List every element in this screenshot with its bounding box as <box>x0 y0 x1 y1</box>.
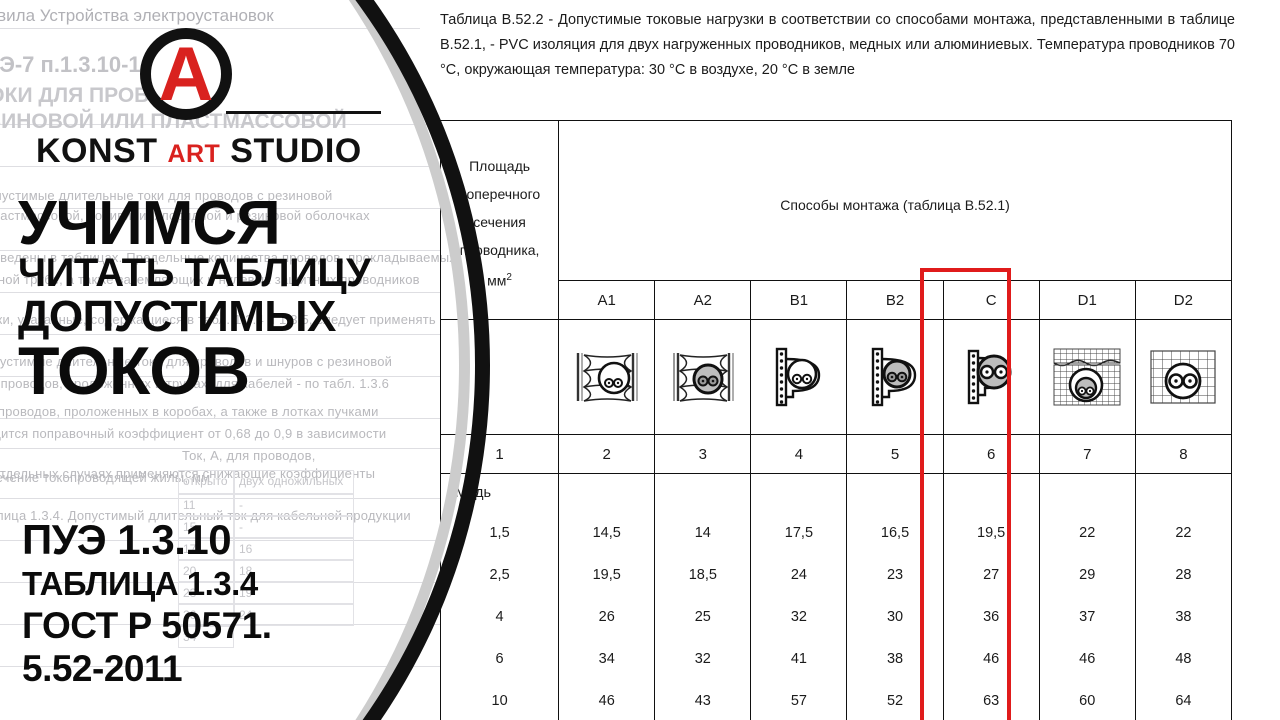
row-value: 23 <box>846 554 944 596</box>
method-icon-row <box>439 319 1233 435</box>
row-value: 18,5 <box>654 554 752 596</box>
row-value: 38 <box>846 638 944 680</box>
row-value: 43 <box>654 680 752 720</box>
footer-line-4: 5.52-2011 <box>22 648 183 689</box>
cable-direct-on-wall-icon <box>942 319 1040 435</box>
cable-in-surface-conduit-icon <box>750 319 848 435</box>
row-value: 30 <box>846 596 944 638</box>
headline-line-4: ТОКОВ <box>18 333 250 409</box>
row-value: 17,5 <box>750 512 848 554</box>
method-letter-b2[interactable]: B2 <box>846 280 944 320</box>
row-value-highlighted: 46 <box>942 638 1040 680</box>
headline-overlay: УЧИМСЯ ЧИТАТЬ ТАБЛИЦУ ДОПУСТИМЫХ ТОКОВ <box>18 189 438 409</box>
row-value: 14,5 <box>558 512 656 554</box>
logo-word-konst: KONST <box>36 132 158 170</box>
method-letter-b1[interactable]: B1 <box>750 280 848 320</box>
row-section-area: 6 <box>439 638 560 680</box>
table-row: 4 26 25 32 30 36 37 38 <box>439 596 1233 638</box>
method-letter-c[interactable]: C <box>942 280 1040 320</box>
row-value-highlighted: 63 <box>942 680 1040 720</box>
row-value: 26 <box>558 596 656 638</box>
row-value: 34 <box>558 638 656 680</box>
row-value: 25 <box>654 596 752 638</box>
row-section-area: 4 <box>439 596 560 638</box>
row-value: 16,5 <box>846 512 944 554</box>
material-row-blank <box>942 473 1040 512</box>
column-number: 5 <box>846 434 944 474</box>
row-value: 22 <box>1134 512 1233 554</box>
column-number: 4 <box>750 434 848 474</box>
multicore-cable-in-surface-conduit-icon <box>846 319 944 435</box>
header-unit-text: мм <box>487 272 507 289</box>
row-value: 38 <box>1134 596 1233 638</box>
table-row: 10 46 43 57 52 63 60 64 <box>439 680 1233 720</box>
table-header-row: Площадь поперечного сечения проводника, … <box>439 120 1232 320</box>
table-row: 6 34 32 41 38 46 46 48 <box>439 638 1233 680</box>
row-value: 64 <box>1134 680 1233 720</box>
column-number: 3 <box>654 434 752 474</box>
material-row-blank <box>750 473 848 512</box>
column-number: 6 <box>942 434 1040 474</box>
material-row-blank <box>1134 473 1233 512</box>
method-letter-d1[interactable]: D1 <box>1038 280 1136 320</box>
row-value: 28 <box>1134 554 1233 596</box>
row-value: 32 <box>750 596 848 638</box>
method-letter-a1[interactable]: A1 <box>558 280 656 320</box>
multicore-cable-in-insulated-wall-conduit-icon <box>654 319 752 435</box>
row-value: 19,5 <box>558 554 656 596</box>
footer-line-2: ТАБЛИЦА 1.3.4 <box>22 565 258 602</box>
footer-overlay: ПУЭ 1.3.10 ТАБЛИЦА 1.3.4 ГОСТ Р 50571. 5… <box>22 516 442 690</box>
table-caption: Таблица B.52.2 - Допустимые токовые нагр… <box>440 12 1235 78</box>
headline-line-2: ЧИТАТЬ ТАБЛИЦУ <box>18 251 371 295</box>
row-value: 32 <box>654 638 752 680</box>
header-installation-methods: Способы монтажа (таблица B.52.1) <box>558 120 1232 281</box>
material-row-blank <box>1038 473 1136 512</box>
cable-in-buried-duct-icon <box>1038 319 1136 435</box>
footer-line-1: ПУЭ 1.3.10 <box>22 516 232 563</box>
material-section-row: Медь <box>439 473 1233 512</box>
method-letter-d2[interactable]: D2 <box>1134 280 1233 320</box>
row-value-highlighted: 36 <box>942 596 1040 638</box>
row-value: 14 <box>654 512 752 554</box>
screenshot-root: Правила Устройства электроустановок ПУЭ-… <box>0 0 1280 720</box>
material-row-blank <box>558 473 656 512</box>
row-value: 46 <box>1038 638 1136 680</box>
row-value-highlighted: 19,5 <box>942 512 1040 554</box>
column-number: 2 <box>558 434 656 474</box>
row-value: 22 <box>1038 512 1136 554</box>
logo-wordmark: KONST ART STUDIO <box>36 132 362 171</box>
table-row: 1,5 14,5 14 17,5 16,5 19,5 22 22 <box>439 512 1233 554</box>
cable-in-insulated-wall-conduit-icon <box>558 319 656 435</box>
current-capacity-table: Площадь поперечного сечения проводника, … <box>439 120 1233 720</box>
row-value: 24 <box>750 554 848 596</box>
material-row-blank <box>846 473 944 512</box>
table-row: 2,5 19,5 18,5 24 23 27 29 28 <box>439 554 1233 596</box>
row-value: 29 <box>1038 554 1136 596</box>
logo-word-studio: STUDIO <box>230 132 362 170</box>
column-number-row: 1 2 3 4 5 6 7 8 <box>439 434 1233 474</box>
logo-word-art: ART <box>167 140 221 168</box>
row-value: 52 <box>846 680 944 720</box>
row-value: 46 <box>558 680 656 720</box>
header-unit-sup: 2 <box>506 272 512 284</box>
row-value: 41 <box>750 638 848 680</box>
row-section-area: 10 <box>439 680 560 720</box>
row-value: 57 <box>750 680 848 720</box>
cable-buried-direct-in-ground-icon <box>1134 319 1233 435</box>
column-number: 7 <box>1038 434 1136 474</box>
row-value: 48 <box>1134 638 1233 680</box>
row-value: 60 <box>1038 680 1136 720</box>
headline-line-1: УЧИМСЯ <box>18 189 281 258</box>
brand-logo: A KONST ART STUDIO <box>36 26 381 170</box>
method-letter-row: A1 A2 B1 B2 C D1 D2 <box>441 280 1233 320</box>
column-number: 8 <box>1134 434 1233 474</box>
row-value: 37 <box>1038 596 1136 638</box>
row-value-highlighted: 27 <box>942 554 1040 596</box>
logo-letter-a: A <box>158 32 214 117</box>
method-letter-a2[interactable]: A2 <box>654 280 752 320</box>
logo-rule <box>226 111 381 114</box>
material-row-blank <box>654 473 752 512</box>
footer-line-3: ГОСТ Р 50571. <box>22 605 272 646</box>
